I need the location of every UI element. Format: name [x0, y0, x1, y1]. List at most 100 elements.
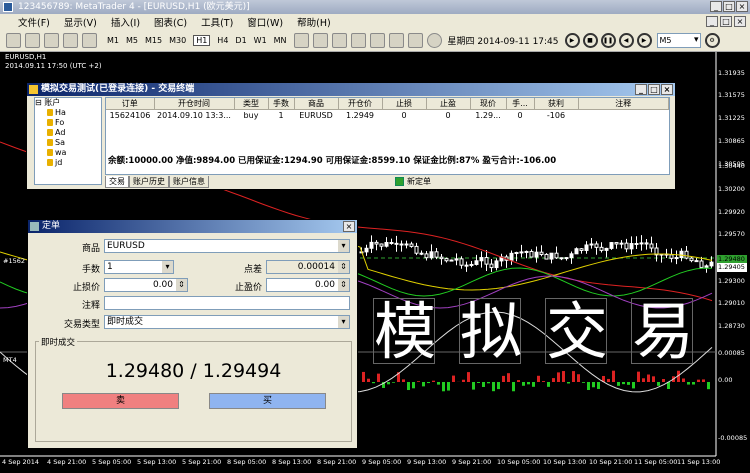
period-select[interactable]: M5 [656, 33, 701, 48]
terminal-maximize-button[interactable]: □ [648, 84, 660, 95]
menu-window[interactable]: 窗口(W) [247, 15, 283, 29]
macd-bar [692, 382, 695, 385]
new-chart-icon[interactable] [6, 33, 21, 48]
tree-item[interactable]: jd [35, 158, 101, 168]
take-profit-field[interactable]: 0.00 [266, 278, 350, 292]
macd-bar [552, 378, 555, 382]
grid-icon[interactable] [388, 33, 404, 48]
menu-insert[interactable]: 插入(I) [111, 15, 140, 29]
col-header[interactable]: 订单 [106, 98, 155, 110]
navigator-icon[interactable] [63, 33, 78, 48]
col-header[interactable]: 类型 [234, 98, 269, 110]
tree-item[interactable]: Fo [35, 118, 101, 128]
tab-history[interactable]: 账户历史 [129, 176, 169, 188]
zoom-in-icon[interactable] [350, 33, 366, 48]
play-icon[interactable]: ▶ [564, 33, 580, 48]
cell-symbol: EURUSD [299, 111, 333, 121]
metatrader-app-icon [3, 2, 13, 12]
menu-help[interactable]: 帮助(H) [297, 15, 331, 29]
zoom-out-icon[interactable] [369, 33, 385, 48]
bar-chart-icon[interactable] [293, 33, 309, 48]
y-tick: 1.29010 [718, 299, 745, 307]
y-tick: 1.31575 [718, 91, 745, 99]
maximize-button[interactable]: □ [723, 1, 735, 12]
tf-m1[interactable]: M1 [107, 36, 119, 45]
col-header[interactable]: 止盈 [426, 98, 471, 110]
menu-tools[interactable]: 工具(T) [201, 15, 233, 29]
account-summary: 余额:10000.00 净值:9894.00 已用保证金:1294.90 可用保… [106, 154, 669, 168]
tf-m30[interactable]: M30 [169, 36, 186, 45]
tf-h1[interactable]: H1 [193, 35, 211, 46]
candle-body [569, 253, 574, 259]
watermark-char: 易 [631, 295, 695, 368]
terminal-minimize-button[interactable]: _ [635, 84, 647, 95]
new-order-button[interactable]: 新定单 [395, 175, 431, 188]
volume-select[interactable]: 1 [104, 260, 174, 274]
candle-body [634, 243, 639, 246]
new-order-icon [395, 177, 404, 186]
col-header[interactable]: 开仓时间 [154, 98, 235, 110]
sell-button[interactable]: 卖 [62, 393, 179, 409]
step-back-icon[interactable]: ◀ [618, 33, 634, 48]
terminal-close-button[interactable]: × [661, 84, 673, 95]
autoscroll-icon[interactable] [407, 33, 423, 48]
cell-open-time: 2014.09.10 13:3... [157, 111, 231, 121]
menu-file[interactable]: 文件(F) [18, 15, 50, 29]
candle-body [419, 252, 424, 255]
col-header[interactable]: 手... [506, 98, 535, 110]
symbol-select[interactable]: EURUSD [104, 239, 350, 253]
market-watch-icon[interactable] [44, 33, 59, 48]
buy-button[interactable]: 买 [209, 393, 326, 409]
y-tick: -0.00085 [718, 434, 748, 442]
step-forward-icon[interactable]: ▶ [636, 33, 652, 48]
tf-m5[interactable]: M5 [126, 36, 138, 45]
cell-sl: 0 [401, 111, 407, 121]
table-row[interactable]: 15624106 2014.09.10 13:3... buy 1 EURUSD… [106, 110, 669, 122]
dialog-close-button[interactable]: × [343, 221, 355, 232]
col-header[interactable]: 开仓价 [338, 98, 383, 110]
col-header[interactable]: 手数 [268, 98, 295, 110]
eraser-icon[interactable] [82, 33, 97, 48]
profiles-icon[interactable] [25, 33, 40, 48]
tree-item[interactable]: Sa [35, 138, 101, 148]
macd-bar [542, 381, 545, 382]
tf-h4[interactable]: H4 [217, 36, 228, 45]
pause-icon[interactable]: ❚❚ [600, 33, 616, 48]
macd-bar [422, 382, 425, 387]
menu-view[interactable]: 显示(V) [64, 15, 97, 29]
stop-loss-field[interactable]: 0.00 [104, 278, 188, 292]
tab-trade[interactable]: 交易 [105, 176, 129, 188]
spread-field: 0.00014 [266, 260, 350, 274]
comment-field[interactable] [104, 296, 350, 310]
y-tick: 0.00 [718, 376, 733, 384]
tf-d1[interactable]: D1 [235, 36, 246, 45]
tree-item[interactable]: wa [35, 148, 101, 158]
col-header[interactable]: 商品 [294, 98, 339, 110]
y-tick: 1.30200 [718, 185, 745, 193]
candle-body [644, 242, 649, 245]
col-header[interactable]: 获利 [534, 98, 579, 110]
col-header[interactable]: 止损 [382, 98, 427, 110]
child-close-button[interactable]: × [734, 16, 746, 27]
macd-bar [597, 382, 600, 389]
candle-body [619, 242, 624, 245]
tree-item[interactable]: Ha [35, 108, 101, 118]
settings-icon[interactable]: ⚙ [704, 33, 720, 48]
close-button[interactable]: × [736, 1, 748, 12]
stop-icon[interactable]: ■ [582, 33, 598, 48]
child-restore-button[interactable]: □ [720, 16, 732, 27]
child-minimize-button[interactable]: _ [706, 16, 718, 27]
tree-item[interactable]: Ad [35, 128, 101, 138]
col-header[interactable]: 现价 [470, 98, 507, 110]
minimize-button[interactable]: _ [710, 1, 722, 12]
tf-m15[interactable]: M15 [145, 36, 162, 45]
order-type-select[interactable]: 即时成交 [104, 315, 350, 329]
col-header[interactable]: 注释 [578, 98, 669, 110]
menu-charts[interactable]: 图表(C) [154, 15, 187, 29]
tab-account-info[interactable]: 账户信息 [169, 176, 209, 188]
tf-w1[interactable]: W1 [254, 36, 267, 45]
line-chart-icon[interactable] [331, 33, 347, 48]
tree-root[interactable]: ⊟ 账户 [35, 98, 101, 108]
tf-mn[interactable]: MN [274, 36, 287, 45]
candle-chart-icon[interactable] [312, 33, 328, 48]
